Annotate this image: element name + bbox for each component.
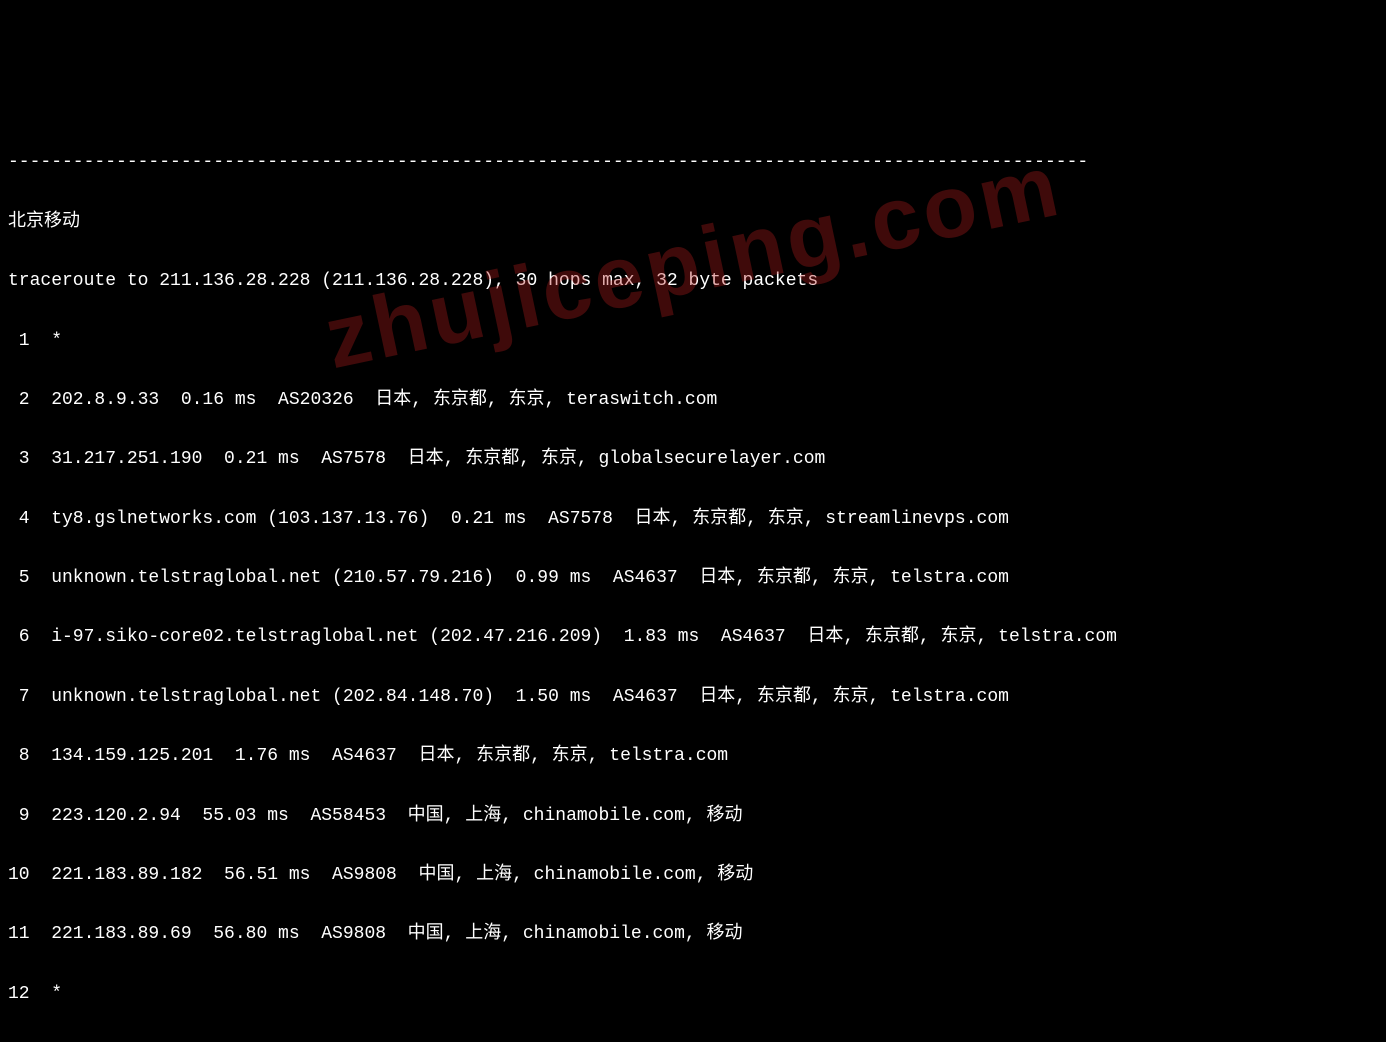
hop-line: 6 i-97.siko-core02.telstraglobal.net (20… [8, 623, 1378, 653]
hop-line: 3 31.217.251.190 0.21 ms AS7578 日本, 东京都,… [8, 445, 1378, 475]
terminal-output: ----------------------------------------… [0, 119, 1386, 1042]
hop-line: 11 221.183.89.69 56.80 ms AS9808 中国, 上海,… [8, 920, 1378, 950]
carrier-title: 北京移动 [8, 208, 1378, 238]
hop-line: 4 ty8.gslnetworks.com (103.137.13.76) 0.… [8, 505, 1378, 535]
hop-line: 7 unknown.telstraglobal.net (202.84.148.… [8, 683, 1378, 713]
hop-line: 10 221.183.89.182 56.51 ms AS9808 中国, 上海… [8, 861, 1378, 891]
hop-line: 13 * [8, 1039, 1378, 1042]
traceroute-header: traceroute to 211.136.28.228 (211.136.28… [8, 267, 1378, 297]
hop-line: 2 202.8.9.33 0.16 ms AS20326 日本, 东京都, 东京… [8, 386, 1378, 416]
hop-line: 1 * [8, 327, 1378, 357]
hop-line: 12 * [8, 980, 1378, 1010]
separator-line: ----------------------------------------… [8, 148, 1378, 178]
hop-line: 8 134.159.125.201 1.76 ms AS4637 日本, 东京都… [8, 742, 1378, 772]
hop-line: 9 223.120.2.94 55.03 ms AS58453 中国, 上海, … [8, 802, 1378, 832]
hop-line: 5 unknown.telstraglobal.net (210.57.79.2… [8, 564, 1378, 594]
